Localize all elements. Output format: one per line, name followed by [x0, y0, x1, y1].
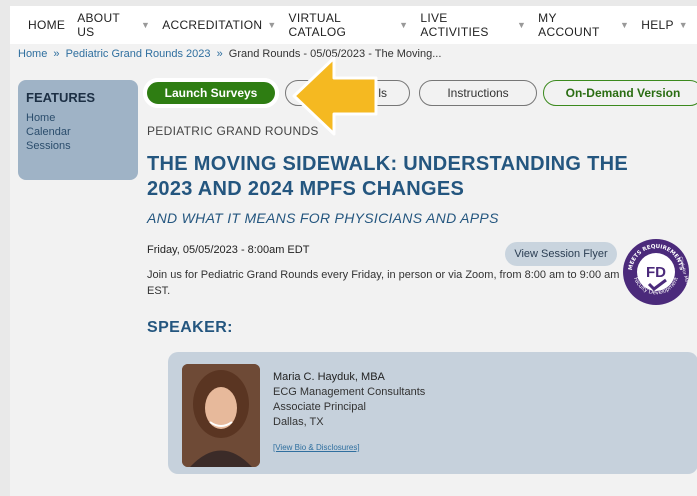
faculty-development-badge-icon[interactable]: MEETS REQUIREMENTS Faculty Development F…: [622, 238, 690, 306]
view-bio-link[interactable]: [View Bio & Disclosures]: [273, 440, 425, 455]
breadcrumb-parent-link[interactable]: Pediatric Grand Rounds 2023: [66, 48, 211, 60]
sidebar-item-calendar[interactable]: Calendar: [26, 125, 130, 139]
view-session-flyer-button[interactable]: View Session Flyer: [505, 242, 617, 266]
nav-label: LIVE ACTIVITIES: [420, 11, 489, 39]
features-sidebar: FEATURES Home Calendar Sessions: [18, 80, 138, 180]
nav-label: ACCREDITATION: [162, 18, 263, 32]
chevron-down-icon: ▼: [516, 20, 527, 30]
page: HOME ABOUT US ▼ ACCREDITATION ▼ VIRTUAL …: [10, 6, 697, 496]
speaker-name: Maria C. Hayduk, MBA: [273, 371, 385, 383]
page-title: THE MOVING SIDEWALK: UNDERSTANDING THE 2…: [147, 153, 629, 200]
nav-item-about-us[interactable]: ABOUT US ▼: [77, 11, 150, 39]
nav-label: HELP: [641, 18, 674, 32]
breadcrumb-home-link[interactable]: Home: [18, 48, 47, 60]
chevron-down-icon: ▼: [140, 20, 151, 30]
speaker-info: Maria C. Hayduk, MBA ECG Management Cons…: [273, 370, 425, 455]
nav-label: ABOUT US: [77, 11, 120, 39]
nav-label: VIRTUAL CATALOG: [288, 11, 347, 39]
sidebar-item-sessions[interactable]: Sessions: [26, 139, 130, 153]
nav-label: HOME: [28, 18, 66, 32]
speaker-heading: SPEAKER:: [147, 319, 233, 336]
sidebar-item-home[interactable]: Home: [26, 111, 130, 125]
session-date: Friday, 05/05/2023 - 8:00am EDT: [147, 244, 310, 256]
nav-item-my-account[interactable]: MY ACCOUNT ▼: [538, 11, 629, 39]
speaker-location: Dallas, TX: [273, 416, 324, 428]
speaker-card: Maria C. Hayduk, MBA ECG Management Cons…: [168, 352, 697, 474]
series-label: PEDIATRIC GRAND ROUNDS: [147, 124, 319, 138]
page-subtitle: AND WHAT IT MEANS FOR PHYSICIANS AND APP…: [147, 210, 499, 226]
breadcrumb-separator: »: [53, 48, 60, 60]
instructions-button[interactable]: Instructions: [419, 80, 537, 106]
nav-label: MY ACCOUNT: [538, 11, 600, 39]
speaker-organization: ECG Management Consultants: [273, 386, 426, 398]
chevron-down-icon: ▼: [267, 20, 277, 30]
badge-center-text: FD: [646, 264, 666, 281]
speaker-role: Associate Principal: [273, 401, 366, 413]
nav-item-home[interactable]: HOME: [28, 18, 65, 32]
chevron-down-icon: ▼: [678, 20, 689, 30]
nav-item-virtual-catalog[interactable]: VIRTUAL CATALOG ▼: [289, 11, 409, 39]
on-demand-version-button[interactable]: On-Demand Version: [543, 80, 697, 106]
top-navigation: HOME ABOUT US ▼ ACCREDITATION ▼ VIRTUAL …: [10, 6, 697, 44]
action-button-row: Launch Surveys Details Instructions On-D…: [143, 78, 697, 110]
launch-surveys-button[interactable]: Launch Surveys: [143, 78, 279, 108]
features-title: FEATURES: [26, 90, 96, 105]
chevron-down-icon: ▼: [399, 20, 409, 30]
nav-item-help[interactable]: HELP ▼: [641, 18, 688, 32]
nav-item-accreditation[interactable]: ACCREDITATION ▼: [162, 18, 276, 32]
avatar: [182, 364, 260, 467]
nav-item-live-activities[interactable]: LIVE ACTIVITIES ▼: [420, 11, 526, 39]
session-description: Join us for Pediatric Grand Rounds every…: [147, 269, 620, 297]
chevron-down-icon: ▼: [620, 20, 630, 30]
breadcrumb-separator: »: [216, 48, 223, 60]
